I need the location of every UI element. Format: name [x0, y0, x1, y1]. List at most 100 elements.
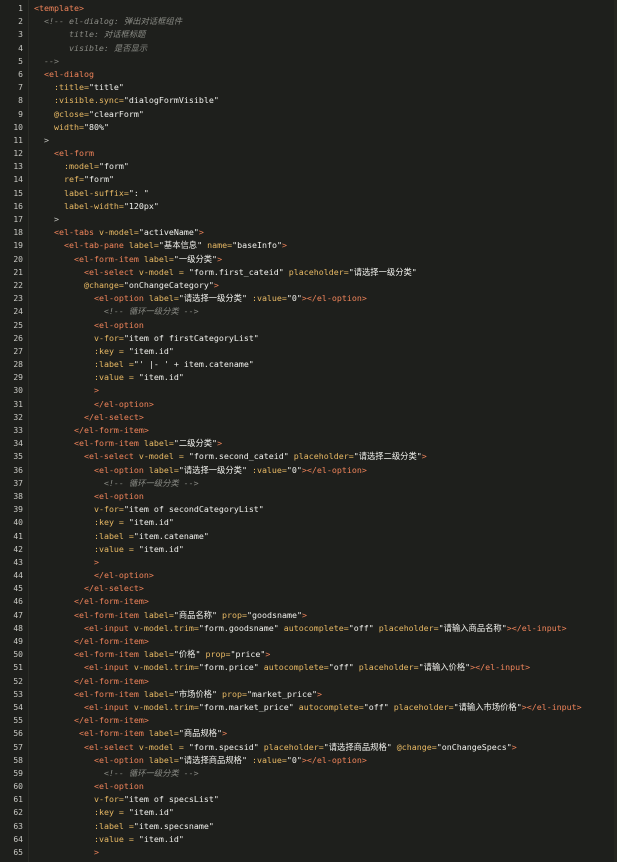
code-text: <el-option label="请选择一级分类" :value="0"></…: [34, 292, 613, 305]
line-number: 21: [13, 267, 23, 277]
code-token: v-model.trim=: [128, 662, 199, 673]
code-line[interactable]: 43 >: [0, 556, 617, 569]
code-line[interactable]: 28 :label ="' |- ' + item.catename": [0, 358, 617, 371]
code-token: "120px": [123, 200, 159, 211]
code-text: </el-select>: [34, 411, 613, 424]
code-line[interactable]: 52 </el-form-item>: [0, 675, 617, 688]
code-line[interactable]: 12 <el-form: [0, 147, 617, 160]
code-line[interactable]: 56 <el-form-item label="商品规格">: [0, 727, 617, 740]
code-line[interactable]: 35 <el-select v-model = "form.second_cat…: [0, 450, 617, 463]
code-line[interactable]: 22 @change="onChangeCategory">: [0, 279, 617, 292]
code-line[interactable]: 48 <el-input v-model.trim="form.goodsnam…: [0, 622, 617, 635]
code-token: <el-form-item: [73, 609, 139, 620]
code-line[interactable]: 10 width="80%": [0, 121, 617, 134]
code-line[interactable]: 21 <el-select v-model = "form.first_cate…: [0, 266, 617, 279]
code-line[interactable]: 50 <el-form-item label="价格" prop="price"…: [0, 648, 617, 661]
code-token: placeholder=: [353, 662, 419, 673]
code-token: <el-option: [93, 293, 144, 304]
code-line[interactable]: 2 <!-- el-dialog: 弹出对话框组件: [0, 15, 617, 28]
code-line[interactable]: 38 <el-option: [0, 490, 617, 503]
code-text: <el-select v-model = "form.first_cateid"…: [34, 266, 613, 279]
code-line[interactable]: 40 :key = "item.id": [0, 516, 617, 529]
code-line[interactable]: 39 v-for="item of secondCategoryList": [0, 503, 617, 516]
code-line[interactable]: 34 <el-form-item label="二级分类">: [0, 437, 617, 450]
code-line[interactable]: 13 :model="form": [0, 160, 617, 173]
code-line[interactable]: 1 <template>: [0, 2, 617, 15]
line-number: 13: [13, 162, 23, 172]
code-line[interactable]: 65 >: [0, 846, 617, 859]
code-line[interactable]: 16 label-width="120px": [0, 200, 617, 213]
line-number: 35: [13, 452, 23, 462]
code-token: label=: [138, 253, 174, 264]
code-line[interactable]: 33 </el-form-item>: [0, 424, 617, 437]
code-line[interactable]: 46 </el-form-item>: [0, 595, 617, 608]
code-line[interactable]: 42 :value = "item.id": [0, 543, 617, 556]
code-line[interactable]: 15 label-suffix=": ": [0, 187, 617, 200]
code-line[interactable]: 3 title: 对话框标题: [0, 28, 617, 41]
code-text: <el-form-item label="价格" prop="price">: [34, 648, 613, 661]
code-token: placeholder=: [288, 451, 354, 462]
code-token: placeholder=: [258, 741, 324, 752]
code-line[interactable]: 55 </el-form-item>: [0, 714, 617, 727]
code-text: :key = "item.id": [34, 516, 613, 529]
code-line[interactable]: 26 v-for="item of firstCategoryList": [0, 332, 617, 345]
code-line[interactable]: 29 :value = "item.id": [0, 371, 617, 384]
code-line[interactable]: 58 <el-option label="请选择商品规格" :value="0"…: [0, 754, 617, 767]
code-line[interactable]: 53 <el-form-item label="市场价格" prop="mark…: [0, 688, 617, 701]
code-editor[interactable]: 1 <template> 2 <!-- el-dialog: 弹出对话框组件 3 ti…: [0, 0, 617, 862]
code-line[interactable]: 19 <el-tab-pane label="基本信息" name="baseI…: [0, 239, 617, 252]
code-line[interactable]: 51 <el-input v-model.trim="form.price" a…: [0, 661, 617, 674]
code-line[interactable]: 14 ref="form": [0, 173, 617, 186]
code-line[interactable]: 45 </el-select>: [0, 582, 617, 595]
code-line[interactable]: 61 v-for="item of specsList": [0, 793, 617, 806]
code-line[interactable]: 11 >: [0, 134, 617, 147]
code-line[interactable]: 6 <el-dialog: [0, 68, 617, 81]
code-line[interactable]: 27 :key = "item.id": [0, 345, 617, 358]
code-line[interactable]: 9 @close="clearForm": [0, 108, 617, 121]
code-line[interactable]: 36 <el-option label="请选择一级分类" :value="0"…: [0, 464, 617, 477]
code-line[interactable]: 30 >: [0, 384, 617, 397]
code-line[interactable]: 54 <el-input v-model.trim="form.market_p…: [0, 701, 617, 714]
code-line[interactable]: 63 :label ="item.specsname": [0, 820, 617, 833]
code-text: <el-option: [34, 780, 613, 793]
code-line[interactable]: 20 <el-form-item label="一级分类">: [0, 253, 617, 266]
code-token: <el-input: [83, 622, 129, 633]
code-line[interactable]: 41 :label ="item.catename": [0, 530, 617, 543]
code-line[interactable]: 5 -->: [0, 55, 617, 68]
code-line[interactable]: 31 </el-option>: [0, 398, 617, 411]
code-line[interactable]: 17 >: [0, 213, 617, 226]
code-line[interactable]: 59 <!-- 循环一级分类 -->: [0, 767, 617, 780]
code-token: "请输入价格": [418, 662, 471, 673]
code-line[interactable]: 64 :value = "item.id": [0, 833, 617, 846]
code-line[interactable]: 25 <el-option: [0, 319, 617, 332]
code-line[interactable]: 18 <el-tabs v-model="activeName">: [0, 226, 617, 239]
code-line[interactable]: 62 :key = "item.id": [0, 806, 617, 819]
line-number: 15: [13, 188, 23, 198]
code-line[interactable]: 47 <el-form-item label="商品名称" prop="good…: [0, 609, 617, 622]
code-line[interactable]: 24 <!-- 循环一级分类 -->: [0, 305, 617, 318]
code-line[interactable]: 7 :title="title": [0, 81, 617, 94]
code-line[interactable]: 37 <!-- 循环一级分类 -->: [0, 477, 617, 490]
code-line[interactable]: 23 <el-option label="请选择一级分类" :value="0"…: [0, 292, 617, 305]
line-number: 37: [13, 478, 23, 488]
code-token: "item.id": [128, 345, 174, 356]
line-number: 64: [13, 834, 23, 844]
line-number: 54: [13, 702, 23, 712]
code-line[interactable]: 4 visible: 是否显示: [0, 42, 617, 55]
code-token: "请选择一级分类": [178, 464, 247, 475]
code-text: @change="onChangeCategory">: [34, 279, 613, 292]
code-line[interactable]: 60 <el-option: [0, 780, 617, 793]
code-line[interactable]: 8 :visible.sync="dialogFormVisible": [0, 94, 617, 107]
code-text: <!-- el-dialog: 弹出对话框组件: [34, 15, 613, 28]
code-line[interactable]: 57 <el-select v-model = "form.specsid" p…: [0, 741, 617, 754]
code-text: <el-form-item label="市场价格" prop="market_…: [34, 688, 613, 701]
code-text: <template>: [34, 2, 613, 15]
code-line[interactable]: 44 </el-option>: [0, 569, 617, 582]
code-lines[interactable]: 1 <template> 2 <!-- el-dialog: 弹出对话框组件 3 ti…: [0, 2, 617, 862]
code-token: >: [316, 688, 322, 699]
code-line[interactable]: 49 </el-form-item>: [0, 635, 617, 648]
code-line[interactable]: 32 </el-select>: [0, 411, 617, 424]
